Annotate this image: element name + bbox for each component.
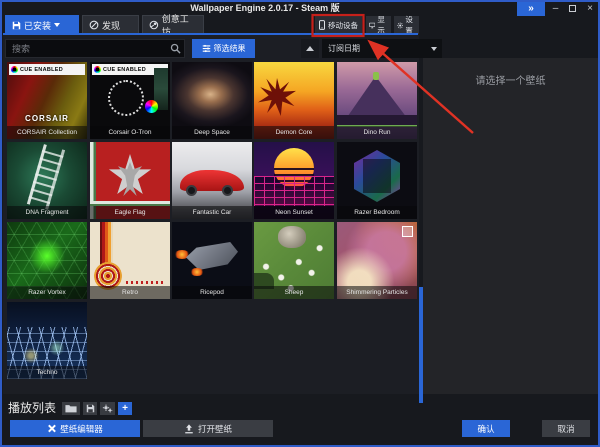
wallpaper-tile[interactable]: Dino Run [337, 62, 417, 139]
wallpaper-tile[interactable]: Retro [90, 222, 170, 299]
tab-installed-label: 已安装 [24, 19, 51, 32]
corsair-wordmark: CORSAIR [7, 114, 87, 123]
wallpaper-tile[interactable]: Razer Bedroom [337, 142, 417, 219]
playlist-save-button[interactable] [83, 402, 97, 415]
wallpaper-title: Eagle Flag [90, 206, 170, 219]
filter-results-button[interactable]: 筛选结果 [192, 39, 255, 58]
window-title: Wallpaper Engine 2.0.17 - Steam 版 [0, 1, 530, 15]
wallpaper-tile[interactable]: Techno [7, 302, 87, 379]
upload-icon [184, 424, 194, 434]
filter-results-label: 筛选结果 [214, 43, 246, 54]
open-wallpaper-button[interactable]: 打开壁纸 [143, 420, 273, 437]
tab-installed[interactable]: 已安装 [5, 15, 79, 34]
playlist-add-button[interactable]: + [118, 402, 132, 415]
confirm-label: 确认 [477, 423, 494, 435]
wallpaper-editor-button[interactable]: 壁纸编辑器 [10, 420, 140, 437]
playlist-load-button[interactable] [62, 402, 80, 415]
filter-list-icon [202, 44, 211, 53]
tools-icon [47, 424, 56, 433]
gears-icon [102, 404, 113, 413]
tab-discover-label: 发现 [102, 19, 120, 32]
phone-icon [318, 20, 326, 30]
tab-workshop[interactable]: 创意工坊 [142, 15, 204, 34]
wallpaper-tile[interactable]: Ricepod [172, 222, 252, 299]
mobile-device-button[interactable]: 移动设备 [315, 16, 362, 34]
wallpaper-title: Ricepod [172, 286, 252, 299]
wallpaper-tile[interactable]: CUE ENABLED CORSAIR CORSAIR Collection [7, 62, 87, 139]
open-wallpaper-label: 打开壁纸 [198, 423, 232, 435]
display-button[interactable]: 显示 [366, 16, 391, 34]
maximize-button[interactable] [565, 2, 580, 16]
wallpaper-tile[interactable]: DNA Fragment [7, 142, 87, 219]
wallpaper-title: Techno [7, 366, 87, 379]
wallpaper-tile[interactable]: Shimmering Particles [337, 222, 417, 299]
select-wallpaper-message: 请选择一个壁纸 [423, 72, 598, 87]
app-window: Wallpaper Engine 2.0.17 - Steam 版 » – × … [0, 0, 600, 447]
collapse-button[interactable]: » [517, 2, 545, 16]
wallpaper-title: Neon Sunset [254, 206, 334, 219]
playlist-settings-button[interactable] [100, 402, 115, 415]
tab-discover[interactable]: 发现 [82, 15, 139, 34]
wallpaper-title: Razer Bedroom [337, 206, 417, 219]
wallpaper-tile[interactable]: Razer Vortex [7, 222, 87, 299]
wallpaper-tile[interactable]: Sheep [254, 222, 334, 299]
wallpaper-title: Retro [90, 286, 170, 299]
minimize-button[interactable]: – [548, 2, 563, 16]
wallpaper-tile[interactable]: Fantastic Car [172, 142, 252, 219]
close-button[interactable]: × [583, 2, 597, 16]
wallpaper-tile[interactable]: Neon Sunset [254, 142, 334, 219]
wallpaper-title: Sheep [254, 286, 334, 299]
cancel-label: 取消 [557, 423, 574, 435]
sort-order-dropdown[interactable]: 订阅日期 [322, 39, 442, 58]
steam-icon [149, 20, 159, 30]
maximize-icon [569, 5, 576, 12]
folder-icon [65, 404, 77, 413]
wallpaper-title: Corsair O-Tron [90, 126, 170, 139]
mobile-device-label: 移动设备 [328, 20, 358, 31]
playlist-label: 播放列表 [8, 399, 56, 416]
search-icon [170, 43, 181, 54]
wallpaper-title: DNA Fragment [7, 206, 87, 219]
monitor-icon [369, 21, 375, 30]
cancel-button[interactable]: 取消 [542, 420, 590, 437]
wallpaper-title: CORSAIR Collection [7, 126, 87, 139]
icue-logo-icon [11, 66, 18, 73]
wallpaper-title: Shimmering Particles [337, 286, 417, 299]
wallpaper-title: Dino Run [337, 126, 417, 139]
wallpaper-title: Deep Space [172, 126, 252, 139]
compass-icon [89, 20, 99, 30]
settings-button[interactable]: 设置 [394, 16, 419, 34]
wallpaper-tile[interactable]: Deep Space [172, 62, 252, 139]
wallpaper-checkbox[interactable] [402, 226, 413, 237]
sort-order-value: 订阅日期 [328, 43, 360, 54]
wallpaper-editor-label: 壁纸编辑器 [60, 423, 103, 435]
chevron-down-icon [431, 47, 437, 51]
preview-panel: 请选择一个壁纸 [423, 58, 598, 394]
gear-icon [397, 21, 403, 30]
wallpaper-tile[interactable]: Demon Core [254, 62, 334, 139]
wallpaper-title: Demon Core [254, 126, 334, 139]
wallpaper-tile[interactable]: Eagle Flag [90, 142, 170, 219]
save-icon [86, 404, 95, 413]
wallpaper-tile[interactable]: CUE ENABLED Corsair O-Tron [90, 62, 170, 139]
icue-logo-icon [94, 66, 101, 73]
confirm-button[interactable]: 确认 [462, 420, 510, 437]
wallpaper-title: Fantastic Car [172, 206, 252, 219]
wallpaper-title: Razer Vortex [7, 286, 87, 299]
disk-icon [12, 21, 21, 30]
chevron-up-icon [306, 46, 314, 51]
chevron-down-icon [54, 23, 60, 27]
sort-direction-button[interactable] [301, 39, 319, 58]
search-input[interactable] [5, 39, 185, 58]
